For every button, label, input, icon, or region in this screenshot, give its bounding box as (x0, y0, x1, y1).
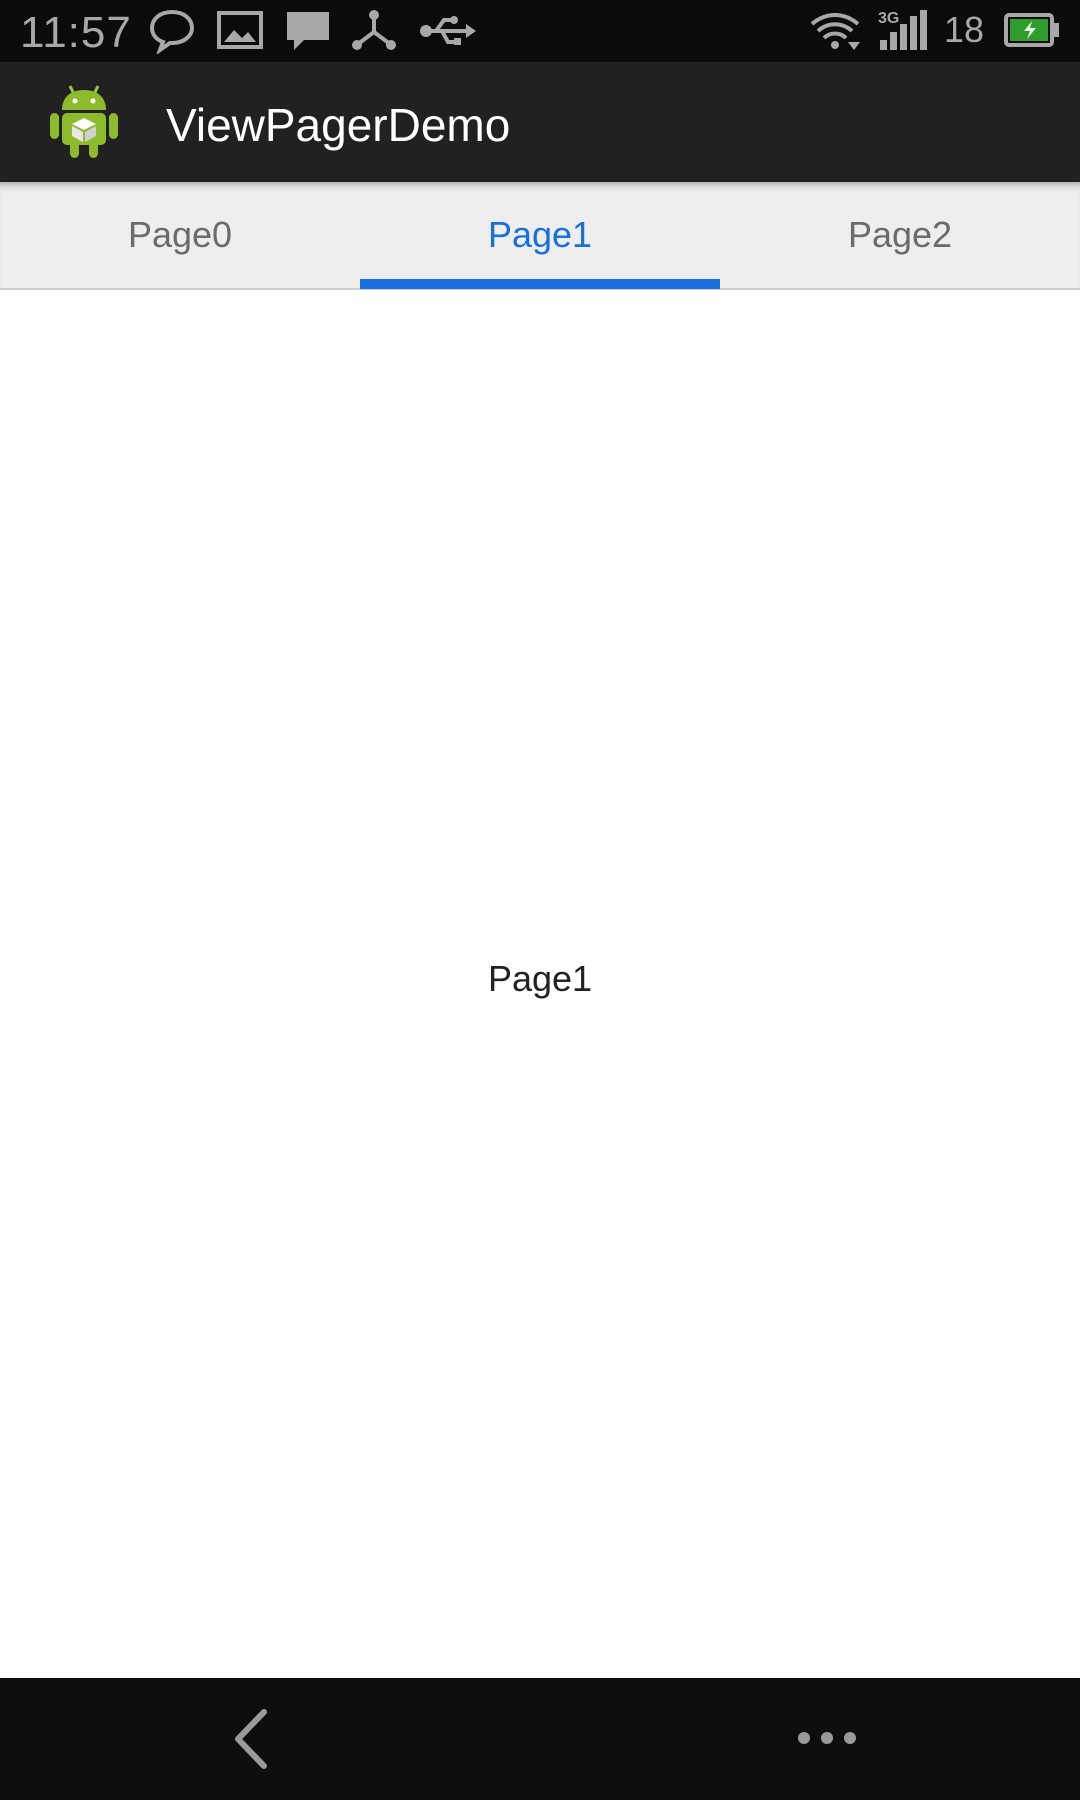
tab-strip: Page0 Page1 Page2 (0, 182, 1080, 290)
chat-bubble-icon (148, 8, 196, 54)
signal-icon (878, 10, 932, 52)
action-bar: ViewPagerDemo (0, 62, 1080, 182)
status-time: 11:57 (20, 8, 132, 57)
usb-icon (418, 8, 476, 54)
tab-page2[interactable]: Page2 (720, 182, 1080, 288)
message-icon (284, 8, 332, 54)
image-icon (216, 8, 264, 52)
battery-charging-icon (1004, 12, 1060, 48)
wifi-icon (808, 10, 862, 54)
tab-page1[interactable]: Page1 (360, 182, 720, 288)
tab-indicator (360, 279, 720, 289)
battery-level: 18 (944, 9, 985, 50)
status-bar: 11:57 3G 18 (0, 0, 1080, 62)
app-title: ViewPagerDemo (166, 99, 511, 151)
overflow-menu-icon[interactable] (796, 1726, 858, 1755)
android-app-icon[interactable] (48, 82, 120, 162)
view-pager-content[interactable]: Page1 (0, 290, 1080, 1678)
page-label: Page1 (487, 958, 593, 999)
navigation-bar (0, 1678, 1080, 1800)
back-icon[interactable] (228, 1708, 272, 1775)
tab-page0[interactable]: Page0 (0, 182, 360, 288)
share-icon (350, 8, 398, 54)
